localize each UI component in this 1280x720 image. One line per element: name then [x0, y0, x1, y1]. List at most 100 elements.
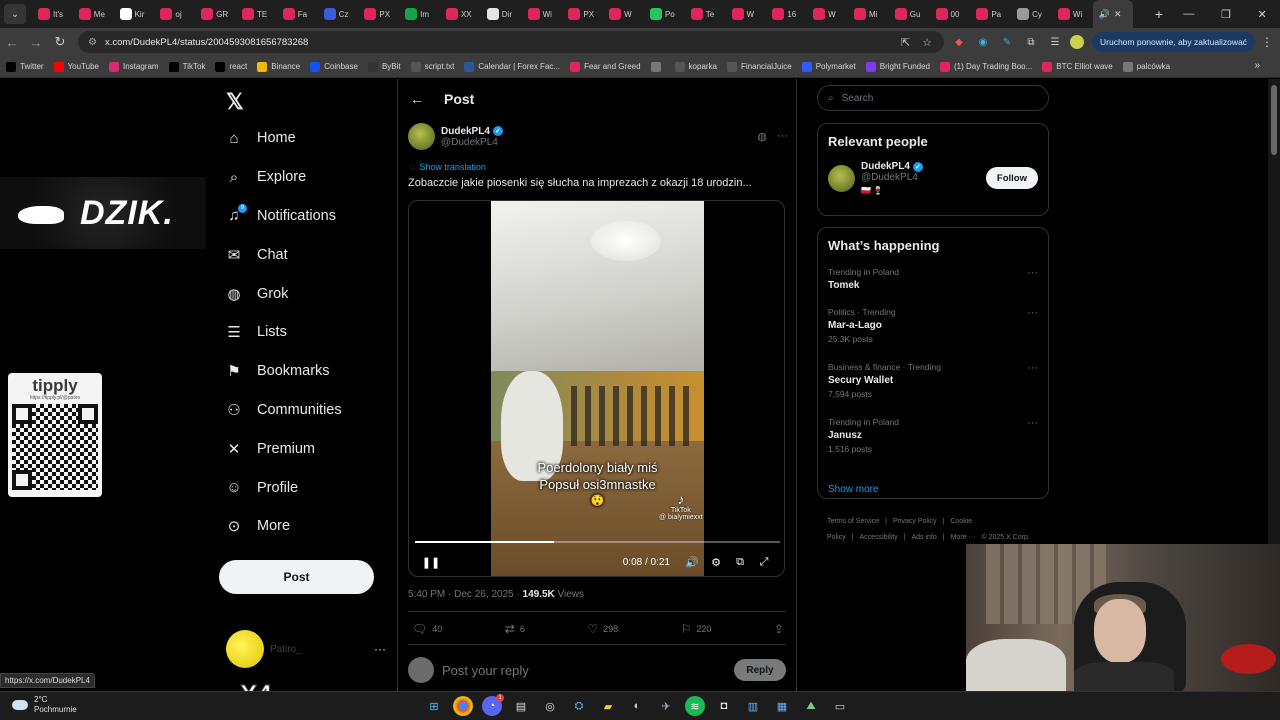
extension-icon[interactable]: ◆: [950, 34, 968, 50]
browser-tab[interactable]: Me: [73, 0, 114, 28]
browser-tab[interactable]: 16: [766, 0, 807, 28]
chat-app-icon[interactable]: ◘: [714, 696, 734, 716]
nav-item-bookmarks[interactable]: ⚑ Bookmarks: [224, 352, 342, 391]
profile-avatar[interactable]: [1070, 35, 1084, 49]
browser-tab[interactable]: oj: [154, 0, 195, 28]
extension-icon[interactable]: ✎: [998, 34, 1016, 50]
nav-item-profile[interactable]: ☺ Profile: [224, 468, 342, 507]
bookmark-item[interactable]: TikTok: [168, 61, 205, 72]
browser-tab[interactable]: Mi: [848, 0, 889, 28]
nav-item-notifications[interactable]: ♫ 9 Notifications: [224, 197, 342, 236]
bookmark-item[interactable]: Bright Funded: [865, 61, 930, 72]
browser-tab[interactable]: Wi: [522, 0, 563, 28]
x-logo-icon[interactable]: 𝕏: [226, 89, 244, 115]
bookmark-item[interactable]: Fear and Greed: [570, 61, 641, 72]
spotify-icon[interactable]: ≋: [685, 696, 705, 716]
like-action[interactable]: ♡ 298: [587, 622, 618, 636]
nav-item-home[interactable]: ⌂ Home: [224, 119, 342, 158]
bookmark-action[interactable]: ⚐ 220: [681, 622, 712, 636]
scrollbar-thumb[interactable]: [1271, 85, 1277, 155]
address-bar[interactable]: ⚙ x.com/DudekPL4/status/2004593081656783…: [78, 31, 944, 53]
bookmark-item[interactable]: Polymarket: [801, 61, 856, 72]
browser-tab[interactable]: PX: [358, 0, 399, 28]
browser-tab[interactable]: W: [603, 0, 644, 28]
browser-tab[interactable]: Im: [399, 0, 440, 28]
picture-in-picture-icon[interactable]: ⧉: [728, 556, 752, 569]
extensions-puzzle-icon[interactable]: ⧉: [1022, 34, 1040, 50]
footer-link[interactable]: Terms of Service: [827, 518, 879, 525]
video-progress-bar[interactable]: [415, 541, 780, 543]
footer-link[interactable]: Privacy Policy: [893, 518, 937, 525]
bookmark-item[interactable]: ByBit: [367, 61, 401, 72]
back-arrow-icon[interactable]: ←: [410, 91, 424, 107]
video-player[interactable]: Poerdolony biały miś Popsuł osi3mnastke …: [408, 200, 785, 577]
bookmark-item[interactable]: script.txt: [410, 61, 454, 72]
folder-icon[interactable]: ▰: [598, 696, 618, 716]
trend-item[interactable]: Business & finance · Trending Secury Wall…: [818, 362, 1048, 417]
browser-tab[interactable]: Pa: [970, 0, 1011, 28]
volume-icon[interactable]: 🔊: [680, 556, 704, 569]
browser-tab[interactable]: TE: [236, 0, 277, 28]
maximize-button[interactable]: ❐: [1221, 8, 1231, 21]
bookmark-item[interactable]: Calendar | Forex Fac...: [464, 61, 560, 72]
notepad-icon[interactable]: ▥: [743, 696, 763, 716]
back-button[interactable]: ←: [0, 35, 24, 50]
nav-item-explore[interactable]: ⌕ Explore: [224, 158, 342, 197]
bookmark-item[interactable]: BTC Elliot wave: [1042, 61, 1113, 72]
account-switcher[interactable]: Patiro_ ···: [226, 629, 386, 669]
photos-icon[interactable]: ▦: [772, 696, 792, 716]
bookmark-item[interactable]: FinancialJuice: [727, 61, 792, 72]
steam-icon[interactable]: ⛭: [569, 696, 589, 716]
follow-button[interactable]: Follow: [985, 167, 1038, 189]
browser-tab[interactable]: GR: [195, 0, 236, 28]
trend-more-icon[interactable]: ···: [1027, 267, 1038, 279]
bookmark-item[interactable]: react: [215, 61, 247, 72]
browser-tab[interactable]: Wi: [1052, 0, 1093, 28]
nav-item-premium[interactable]: ✕ Premium: [224, 429, 342, 468]
extension-icon[interactable]: ◉: [974, 34, 992, 50]
browser-tab[interactable]: Dir: [481, 0, 522, 28]
post-more-icon[interactable]: ···: [777, 130, 788, 143]
grok-icon[interactable]: ◍: [757, 130, 767, 143]
bookmark-item[interactable]: Binance: [257, 61, 300, 72]
close-tab-icon[interactable]: ✕: [1114, 9, 1122, 20]
close-window-button[interactable]: ✕: [1257, 8, 1266, 21]
repost-action[interactable]: ⇄ 6: [505, 622, 525, 636]
update-button[interactable]: Uruchom ponownie, aby zaktualizować: [1092, 32, 1255, 52]
post-button[interactable]: Post: [219, 560, 374, 594]
speaker-icon[interactable]: 🔊: [1099, 9, 1110, 20]
nav-item-lists[interactable]: ☰ Lists: [224, 313, 342, 352]
browser-tab[interactable]: XX: [440, 0, 481, 28]
active-tab[interactable]: 🔊 ✕: [1092, 0, 1133, 28]
bookmark-item[interactable]: YouTube: [53, 61, 99, 72]
account-more-icon[interactable]: ···: [374, 642, 386, 656]
bookmark-item[interactable]: Twitter: [6, 61, 44, 72]
relevant-person[interactable]: DudekPL4 ✓ @DudekPL4 🇵🇱 🍷 Follow: [818, 149, 1048, 205]
tab-search-button[interactable]: ⌄: [4, 4, 26, 24]
browser-tab[interactable]: PX: [562, 0, 603, 28]
footer-link[interactable]: Ads info: [911, 534, 936, 541]
browser-tab[interactable]: Te: [685, 0, 726, 28]
minimize-button[interactable]: —: [1183, 8, 1194, 21]
browser-tab[interactable]: Gu: [889, 0, 930, 28]
nav-item-communities[interactable]: ⚇ Communities: [224, 391, 341, 430]
show-translation-link[interactable]: ◌ Show translation: [410, 162, 486, 172]
bookmarks-overflow-icon[interactable]: »: [1254, 60, 1260, 71]
reading-list-icon[interactable]: ☰: [1046, 34, 1064, 50]
trend-item[interactable]: Trending in Poland Tomek ···: [818, 267, 1048, 307]
browser-tab[interactable]: W: [807, 0, 848, 28]
share-action[interactable]: ⇪: [774, 622, 784, 636]
bookmark-item[interactable]: Instagram: [109, 61, 159, 72]
reply-input[interactable]: Post your reply: [442, 663, 734, 678]
nav-item-chat[interactable]: ✉ Chat: [224, 235, 342, 274]
fullscreen-icon[interactable]: ⤢: [752, 556, 776, 569]
new-tab-button[interactable]: +: [1148, 6, 1170, 22]
person-avatar[interactable]: [828, 164, 855, 192]
app-icon[interactable]: ◐: [627, 696, 647, 716]
browser-tab[interactable]: Cz: [318, 0, 359, 28]
discord-icon[interactable]: ◔ 1: [482, 694, 504, 716]
trend-item[interactable]: Politics · Trending Mar-a-Lago 25.3K posts…: [818, 307, 1048, 362]
terminal-icon[interactable]: ▭: [830, 696, 850, 716]
author-avatar[interactable]: [408, 123, 435, 150]
bookmark-item[interactable]: Coinbase: [310, 61, 358, 72]
